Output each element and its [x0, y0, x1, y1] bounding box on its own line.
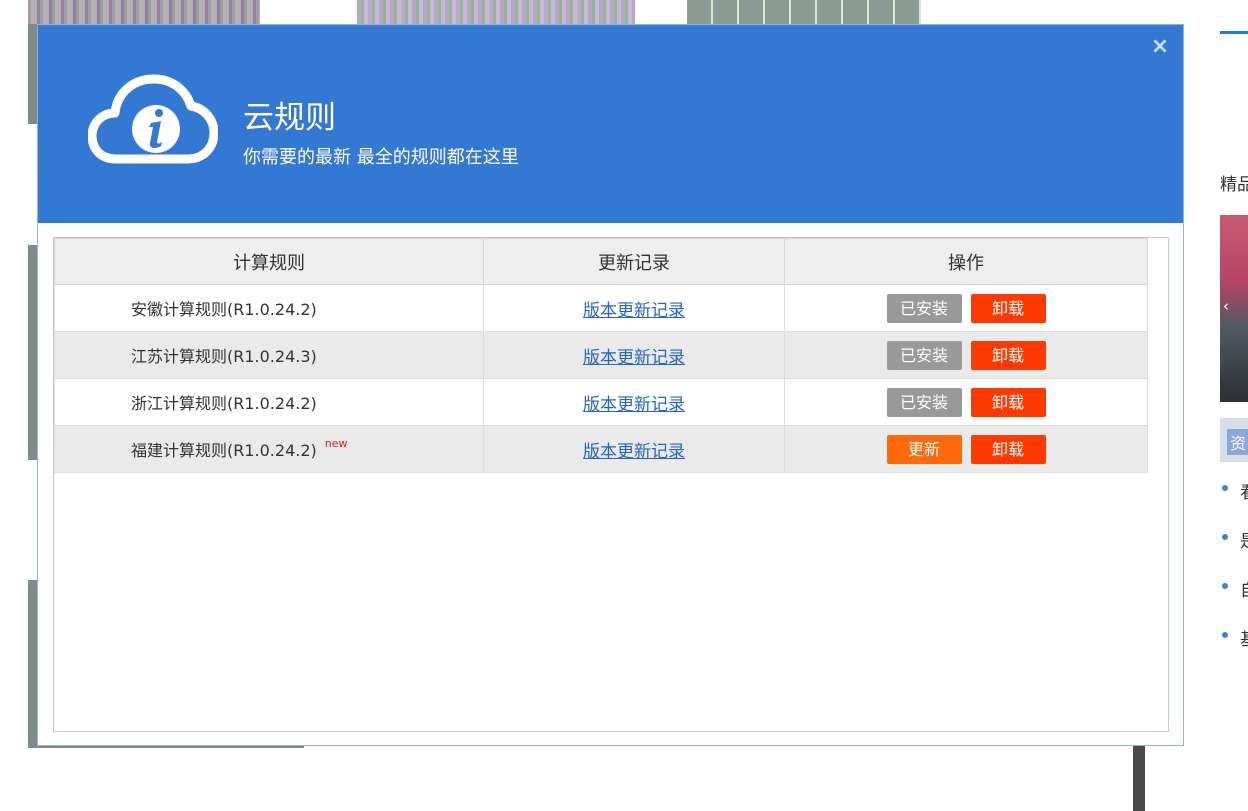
- new-badge: new: [324, 437, 348, 450]
- rule-name-cell: 福建计算规则(R1.0.24.2) new: [54, 425, 484, 473]
- rule-name-cell: 安徽计算规则(R1.0.24.2): [54, 284, 484, 332]
- background-thumbnail: [28, 0, 260, 24]
- list-item-text[interactable]: 是: [1240, 527, 1248, 552]
- uninstall-button[interactable]: 卸载: [970, 340, 1046, 370]
- log-cell: 版本更新记录: [483, 284, 785, 332]
- tab-underline: [1220, 31, 1248, 34]
- dialog-title: 云规则: [243, 100, 336, 136]
- list-item-text[interactable]: 基: [1240, 625, 1248, 650]
- list-item-text[interactable]: 看: [1240, 478, 1248, 503]
- installed-button[interactable]: 已安装: [886, 387, 962, 417]
- version-log-link[interactable]: 版本更新记录: [583, 348, 685, 368]
- version-log-link[interactable]: 版本更新记录: [583, 442, 685, 462]
- actions-cell: 已安装 卸载: [784, 378, 1148, 426]
- tag-badge: 资: [1220, 418, 1248, 462]
- log-cell: 版本更新记录: [483, 425, 785, 473]
- installed-button[interactable]: 已安装: [886, 293, 962, 323]
- uninstall-button[interactable]: 卸载: [970, 434, 1046, 464]
- column-header-rule: 计算规则: [54, 238, 484, 285]
- actions-cell: 更新 卸载: [784, 425, 1148, 473]
- uninstall-button[interactable]: 卸载: [970, 293, 1046, 323]
- rules-table-frame: 计算规则 更新记录 操作 安徽计算规则(R1.0.24.2) 版本更新记录 已安…: [53, 237, 1169, 732]
- uninstall-button[interactable]: 卸载: [970, 387, 1046, 417]
- background-thumbnail: [357, 0, 635, 24]
- tag-label: 资: [1227, 429, 1248, 455]
- bullet-icon: [1222, 583, 1228, 589]
- cloud-info-icon: [88, 74, 218, 164]
- rule-name-cell: 江苏计算规则(R1.0.24.3): [54, 331, 484, 379]
- rule-name: 浙江计算规则(R1.0.24.2): [131, 394, 317, 413]
- rule-name: 安徽计算规则(R1.0.24.2): [131, 300, 317, 319]
- background-strip: [1133, 745, 1145, 811]
- rule-name: 福建计算规则(R1.0.24.2): [131, 441, 317, 460]
- right-panel: 精品 ‹ 资 看 是 自 基: [1186, 0, 1248, 811]
- section-heading: 精品: [1220, 175, 1248, 195]
- log-cell: 版本更新记录: [483, 378, 785, 426]
- background-thumbnail: [687, 0, 921, 24]
- bullet-icon: [1222, 632, 1228, 638]
- rule-name-cell: 浙江计算规则(R1.0.24.2): [54, 378, 484, 426]
- update-button[interactable]: 更新: [886, 434, 962, 464]
- version-log-link[interactable]: 版本更新记录: [583, 395, 685, 415]
- table-header-row: 计算规则 更新记录 操作: [54, 238, 1148, 285]
- actions-cell: 已安装 卸载: [784, 331, 1148, 379]
- table-row: 福建计算规则(R1.0.24.2) new 版本更新记录 更新 卸载: [54, 425, 1148, 473]
- bullet-icon: [1222, 485, 1228, 491]
- table-row: 江苏计算规则(R1.0.24.3) 版本更新记录 已安装 卸载: [54, 331, 1148, 379]
- rules-table: 计算规则 更新记录 操作 安徽计算规则(R1.0.24.2) 版本更新记录 已安…: [54, 238, 1148, 473]
- version-log-link[interactable]: 版本更新记录: [583, 301, 685, 321]
- table-row: 安徽计算规则(R1.0.24.2) 版本更新记录 已安装 卸载: [54, 284, 1148, 332]
- column-header-log: 更新记录: [483, 238, 785, 285]
- dialog-header: 云规则 你需要的最新 最全的规则都在这里 ×: [38, 25, 1183, 223]
- cloud-rules-dialog: 云规则 你需要的最新 最全的规则都在这里 × 计算规则 更新记录 操作 安徽计算…: [37, 24, 1184, 746]
- installed-button[interactable]: 已安装: [886, 340, 962, 370]
- bullet-icon: [1222, 534, 1228, 540]
- table-row: 浙江计算规则(R1.0.24.2) 版本更新记录 已安装 卸载: [54, 378, 1148, 426]
- dialog-subtitle: 你需要的最新 最全的规则都在这里: [243, 147, 519, 168]
- chevron-left-icon[interactable]: ‹: [1223, 297, 1229, 315]
- close-button[interactable]: ×: [1148, 35, 1172, 59]
- rule-name: 江苏计算规则(R1.0.24.3): [131, 347, 317, 366]
- column-header-actions: 操作: [784, 238, 1148, 285]
- actions-cell: 已安装 卸载: [784, 284, 1148, 332]
- list-item-text[interactable]: 自: [1240, 576, 1248, 601]
- log-cell: 版本更新记录: [483, 331, 785, 379]
